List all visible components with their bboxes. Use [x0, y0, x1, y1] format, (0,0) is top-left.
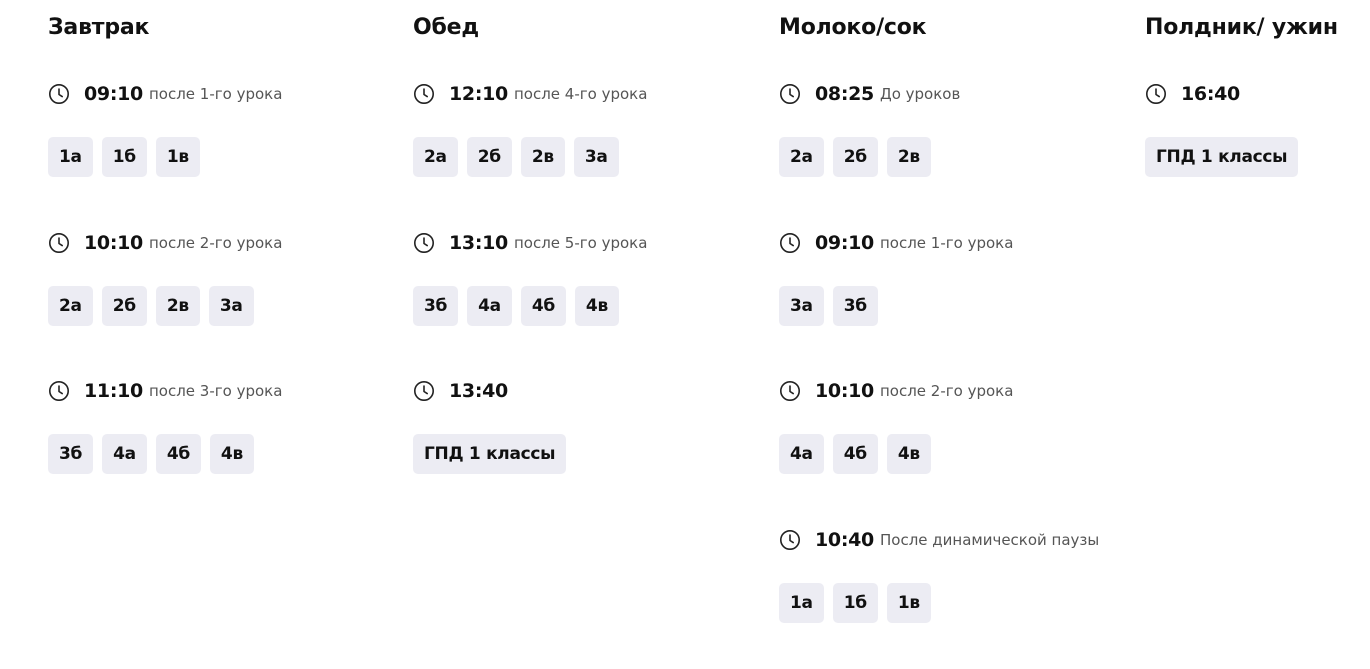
time-row: 09:10 после 1-го урока	[779, 231, 1013, 255]
class-tag: ГПД 1 классы	[1145, 137, 1299, 177]
column-title: Молоко/сок	[779, 15, 927, 40]
time-row: 10:40 После динамической паузы	[779, 528, 1099, 552]
slot-note: после 2-го урока	[148, 234, 283, 252]
time-row: 11:10 после 3-го урока	[48, 379, 282, 403]
class-tags: 3б 4а 4б 4в	[48, 434, 254, 474]
class-tag: 4а	[102, 434, 147, 474]
clock-icon	[779, 232, 801, 254]
time-row: 09:10 после 1-го урока	[48, 82, 282, 106]
class-tags: 2а 2б 2в	[779, 137, 931, 177]
class-tags: ГПД 1 классы	[1145, 137, 1299, 177]
clock-icon	[413, 232, 435, 254]
class-tag: 1а	[48, 137, 93, 177]
slot-time: 13:10	[449, 232, 508, 254]
class-tags: 2а 2б 2в 3а	[413, 137, 619, 177]
class-tag: 2а	[413, 137, 458, 177]
class-tag: 3б	[832, 286, 878, 326]
class-tag: 2в	[155, 286, 200, 326]
class-tag: 4б	[832, 434, 878, 474]
clock-icon	[48, 83, 70, 105]
slot-time: 09:10	[84, 83, 143, 105]
class-tag: 2б	[101, 286, 147, 326]
column-title: Завтрак	[48, 15, 150, 40]
class-tag: 2в	[886, 137, 931, 177]
slot-time: 10:10	[84, 232, 143, 254]
class-tag: 3а	[208, 286, 254, 326]
class-tags: 3б 4а 4б 4в	[413, 286, 619, 326]
slot-note: после 1-го урока	[879, 234, 1014, 252]
slot-note: До уроков	[879, 85, 961, 103]
clock-icon	[779, 380, 801, 402]
class-tag: 2в	[520, 137, 565, 177]
class-tag: 2а	[48, 286, 93, 326]
class-tag: 4в	[209, 434, 254, 474]
class-tag: 4б	[155, 434, 201, 474]
class-tag: 2б	[466, 137, 512, 177]
class-tag: 1в	[886, 583, 931, 623]
time-row: 08:25 До уроков	[779, 82, 960, 106]
column-title: Обед	[413, 15, 479, 40]
class-tag: 3а	[779, 286, 824, 326]
slot-time: 10:40	[815, 529, 874, 551]
time-row: 16:40	[1145, 82, 1240, 106]
time-row: 12:10 после 4-го урока	[413, 82, 647, 106]
class-tag: 3б	[48, 434, 94, 474]
class-tags: 2а 2б 2в 3а	[48, 286, 254, 326]
clock-icon	[413, 83, 435, 105]
class-tags: 4а 4б 4в	[779, 434, 931, 474]
class-tag: 2б	[832, 137, 878, 177]
clock-icon	[779, 529, 801, 551]
slot-note: после 2-го урока	[879, 382, 1014, 400]
clock-icon	[779, 83, 801, 105]
class-tags: 1а 1б 1в	[779, 583, 931, 623]
slot-note: После динамической паузы	[879, 531, 1100, 549]
clock-icon	[48, 380, 70, 402]
class-tag: 4а	[779, 434, 824, 474]
class-tag: 1в	[155, 137, 200, 177]
slot-time: 10:10	[815, 380, 874, 402]
class-tag: 3а	[573, 137, 619, 177]
class-tag: 1а	[779, 583, 824, 623]
slot-note: после 3-го урока	[148, 382, 283, 400]
class-tag: 4в	[886, 434, 931, 474]
class-tag: 2а	[779, 137, 824, 177]
class-tag: 3б	[413, 286, 459, 326]
slot-note: после 5-го урока	[513, 234, 648, 252]
clock-icon	[1145, 83, 1167, 105]
meal-schedule: Завтрак 09:10 после 1-го урока 1а 1б 1в 10:10 п…	[0, 0, 1370, 669]
class-tag: 1б	[832, 583, 878, 623]
slot-time: 11:10	[84, 380, 143, 402]
clock-icon	[48, 232, 70, 254]
clock-icon	[413, 380, 435, 402]
slot-note: после 4-го урока	[513, 85, 648, 103]
slot-time: 13:40	[449, 380, 508, 402]
column-title: Полдник/ ужин	[1145, 15, 1338, 40]
slot-time: 08:25	[815, 83, 874, 105]
class-tag: 4в	[574, 286, 619, 326]
class-tag: 4а	[467, 286, 512, 326]
class-tag: ГПД 1 классы	[413, 434, 567, 474]
class-tags: 3а 3б	[779, 286, 878, 326]
class-tags: ГПД 1 классы	[413, 434, 567, 474]
class-tag: 1б	[101, 137, 147, 177]
time-row: 13:10 после 5-го урока	[413, 231, 647, 255]
time-row: 10:10 после 2-го урока	[48, 231, 282, 255]
class-tags: 1а 1б 1в	[48, 137, 200, 177]
time-row: 13:40	[413, 379, 508, 403]
slot-note: после 1-го урока	[148, 85, 283, 103]
slot-time: 09:10	[815, 232, 874, 254]
slot-time: 12:10	[449, 83, 508, 105]
class-tag: 4б	[520, 286, 566, 326]
time-row: 10:10 после 2-го урока	[779, 379, 1013, 403]
slot-time: 16:40	[1181, 83, 1240, 105]
